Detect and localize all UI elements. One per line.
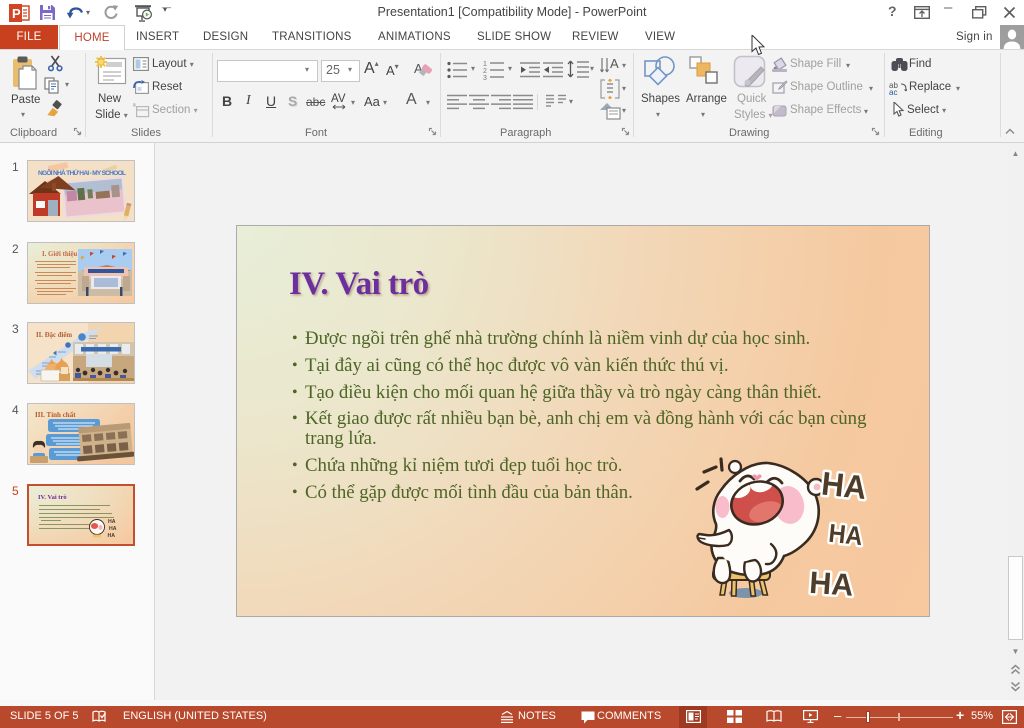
svg-text:I. Giới thiệu: I. Giới thiệu xyxy=(42,251,78,258)
svg-text:HA: HA xyxy=(827,518,864,551)
svg-text:1: 1 xyxy=(483,61,487,68)
svg-text:HA: HA xyxy=(808,565,854,603)
svg-text:III. Tính chất: III. Tính chất xyxy=(35,411,76,419)
svg-text:A: A xyxy=(610,56,619,71)
svg-text:NGÔI NHÀ THỨ HAI - MY SCHOOL: NGÔI NHÀ THỨ HAI - MY SCHOOL xyxy=(38,168,126,177)
svg-text:IV. Vai trò: IV. Vai trò xyxy=(38,494,67,501)
svg-text:3: 3 xyxy=(483,75,487,80)
svg-text:HA: HA xyxy=(820,465,869,507)
svg-text:HA: HA xyxy=(109,526,117,532)
svg-text:2: 2 xyxy=(483,68,487,75)
svg-text:ac: ac xyxy=(889,88,897,95)
svg-text:HA: HA xyxy=(108,519,116,525)
svg-text:HA: HA xyxy=(108,533,116,539)
svg-text:II. Đặc điểm: II. Đặc điểm xyxy=(36,332,72,339)
